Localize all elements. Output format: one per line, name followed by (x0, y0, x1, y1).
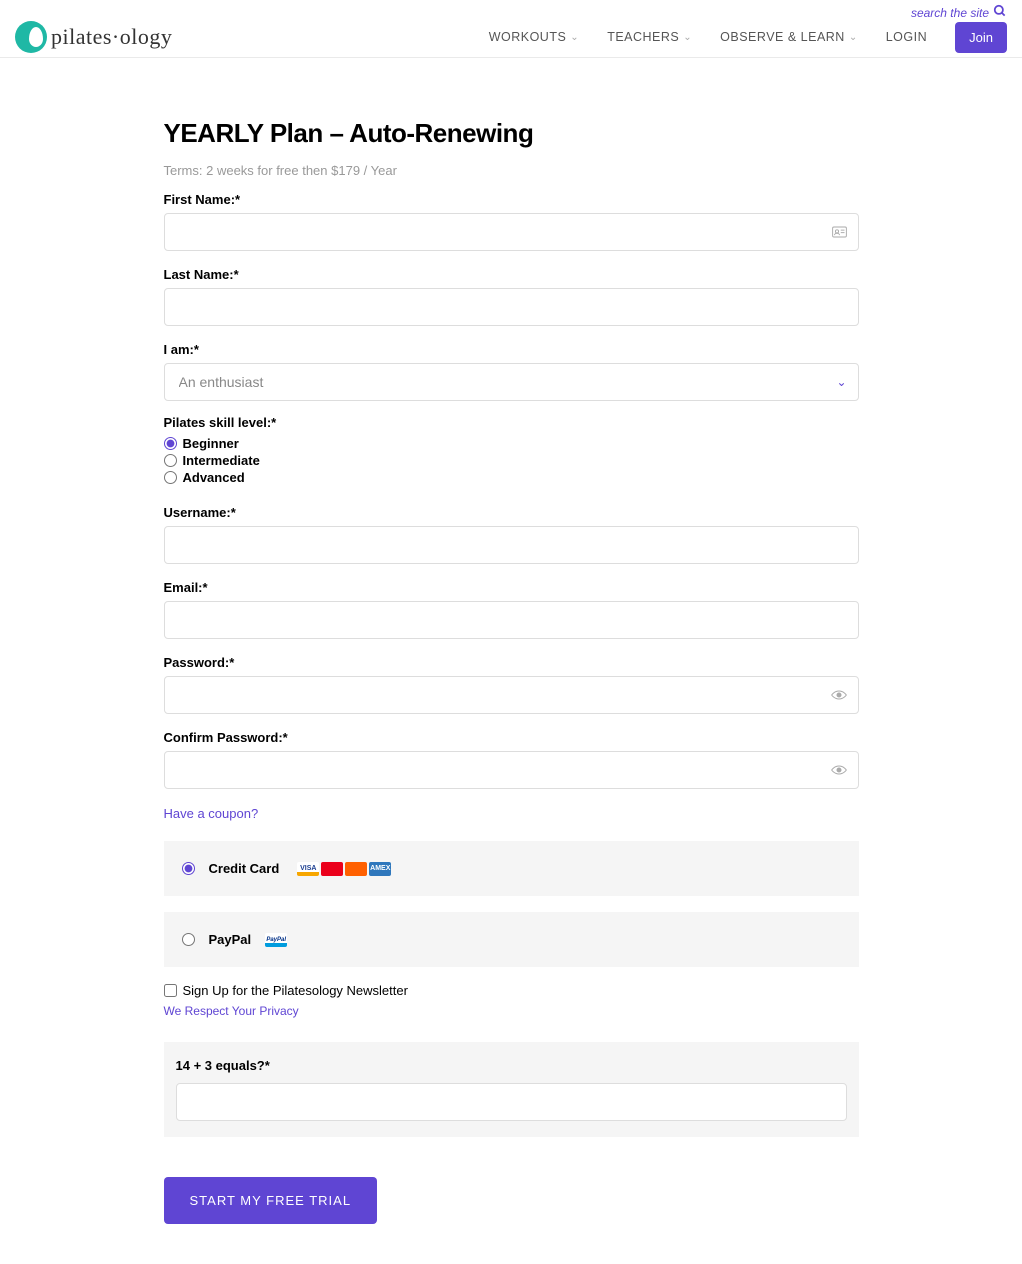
credit-card-label: Credit Card (209, 861, 280, 876)
username-label: Username:* (164, 505, 859, 520)
discover-icon (345, 862, 367, 876)
card-icons: VISA AMEX (297, 862, 391, 876)
confirm-password-label: Confirm Password:* (164, 730, 859, 745)
credit-card-radio[interactable] (182, 862, 195, 875)
last-name-label: Last Name:* (164, 267, 859, 282)
skill-advanced-label: Advanced (183, 470, 245, 485)
first-name-input[interactable] (164, 213, 859, 251)
last-name-input[interactable] (164, 288, 859, 326)
paypal-radio[interactable] (182, 933, 195, 946)
iam-select[interactable]: An enthusiast (164, 363, 859, 401)
paypal-icon: PayPal (265, 933, 287, 947)
search-link[interactable]: search the site (911, 6, 989, 20)
terms-text: Terms: 2 weeks for free then $179 / Year (164, 163, 859, 178)
captcha-box: 14 + 3 equals?* (164, 1042, 859, 1137)
chevron-down-icon: ⌄ (683, 32, 692, 43)
amex-icon: AMEX (369, 862, 391, 876)
payment-paypal[interactable]: PayPal PayPal (164, 912, 859, 967)
payment-credit-card[interactable]: Credit Card VISA AMEX (164, 841, 859, 896)
username-input[interactable] (164, 526, 859, 564)
nav-observe[interactable]: OBSERVE & LEARN⌄ (720, 30, 858, 44)
newsletter-label: Sign Up for the Pilatesology Newsletter (183, 983, 408, 998)
skill-level-group: Beginner Intermediate Advanced (164, 436, 859, 485)
nav-login[interactable]: LOGIN (886, 30, 927, 44)
eye-icon[interactable] (831, 763, 847, 780)
search-icon[interactable] (993, 4, 1007, 21)
chevron-down-icon: ⌄ (570, 32, 579, 43)
header: search the site pilates·ology WORKOUTS⌄ … (0, 0, 1022, 58)
skill-level-label: Pilates skill level:* (164, 415, 859, 430)
page-title: YEARLY Plan – Auto-Renewing (164, 118, 859, 149)
contact-icon (832, 225, 847, 242)
privacy-link[interactable]: We Respect Your Privacy (164, 1004, 299, 1018)
first-name-label: First Name:* (164, 192, 859, 207)
skill-intermediate-radio[interactable] (164, 454, 177, 467)
email-input[interactable] (164, 601, 859, 639)
eye-icon[interactable] (831, 688, 847, 705)
submit-button[interactable]: START MY FREE TRIAL (164, 1177, 378, 1224)
captcha-input[interactable] (176, 1083, 847, 1121)
newsletter-checkbox[interactable] (164, 984, 177, 997)
iam-label: I am:* (164, 342, 859, 357)
paypal-label: PayPal (209, 932, 252, 947)
skill-intermediate-label: Intermediate (183, 453, 260, 468)
skill-beginner-radio[interactable] (164, 437, 177, 450)
confirm-password-input[interactable] (164, 751, 859, 789)
captcha-label: 14 + 3 equals?* (176, 1058, 847, 1073)
skill-beginner-label: Beginner (183, 436, 239, 451)
chevron-down-icon: ⌄ (849, 32, 858, 43)
logo-text: pilates·ology (51, 24, 172, 50)
nav-workouts[interactable]: WORKOUTS⌄ (489, 30, 580, 44)
coupon-link[interactable]: Have a coupon? (164, 806, 259, 821)
join-button[interactable]: Join (955, 22, 1007, 53)
nav-teachers[interactable]: TEACHERS⌄ (607, 30, 692, 44)
email-label: Email:* (164, 580, 859, 595)
visa-icon: VISA (297, 862, 319, 876)
logo-icon (15, 21, 47, 53)
main-nav: WORKOUTS⌄ TEACHERS⌄ OBSERVE & LEARN⌄ LOG… (489, 22, 1007, 53)
skill-advanced-radio[interactable] (164, 471, 177, 484)
logo[interactable]: pilates·ology (15, 21, 172, 53)
mastercard-icon (321, 862, 343, 876)
password-input[interactable] (164, 676, 859, 714)
password-label: Password:* (164, 655, 859, 670)
